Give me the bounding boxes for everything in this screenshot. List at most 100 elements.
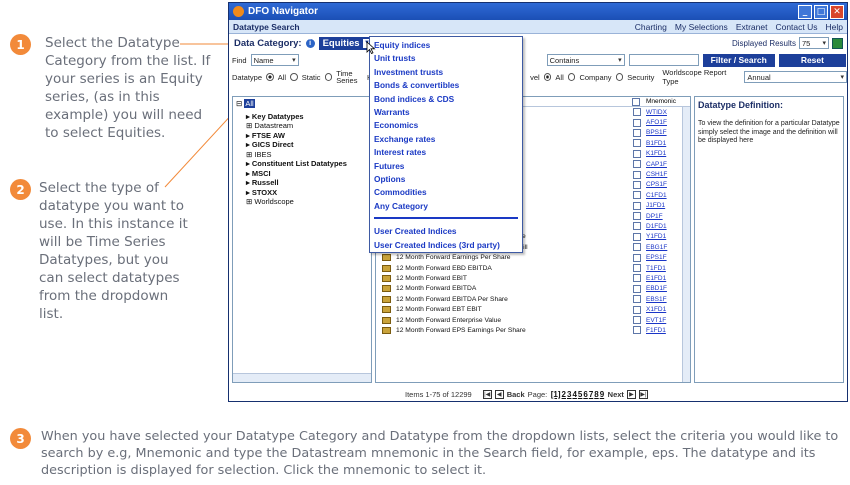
mnemonic-link[interactable]: EPS1F: [646, 254, 680, 261]
category-option[interactable]: Options: [374, 173, 518, 186]
definition-book-icon[interactable]: [382, 295, 391, 303]
tree-item-russell[interactable]: ▸ Russell: [236, 178, 368, 188]
category-option[interactable]: User Created Indices: [374, 225, 518, 238]
mnemonic-link[interactable]: F1FD1: [646, 327, 680, 334]
page-link[interactable]: 4: [572, 390, 576, 399]
match-type-select[interactable]: Contains: [546, 54, 625, 66]
mnemonic-link[interactable]: WTIDX: [646, 109, 680, 116]
list-item[interactable]: 12 Month Forward EPS Earnings Per Share F…: [376, 325, 690, 335]
mnemonic-link[interactable]: CAP1F: [646, 161, 680, 168]
page-link[interactable]: [1]: [551, 390, 561, 399]
mnemonic-link[interactable]: DP1F: [646, 213, 680, 220]
list-item[interactable]: 12 Month Forward EBD EBITDA T1FD1: [376, 263, 690, 273]
find-field-select[interactable]: Name: [250, 54, 299, 66]
definition-book-icon[interactable]: [382, 274, 391, 282]
report-type-select[interactable]: Annual: [744, 71, 847, 83]
category-option[interactable]: Bond indices & CDS: [374, 93, 518, 106]
level-radio-all[interactable]: [543, 73, 552, 81]
tree-item-constituent-list[interactable]: ▸ Constituent List Datatypes: [236, 159, 368, 169]
category-option[interactable]: Exchange rates: [374, 133, 518, 146]
row-checkbox[interactable]: [633, 118, 641, 127]
search-input[interactable]: [628, 54, 699, 66]
row-checkbox[interactable]: [633, 274, 641, 283]
page-link[interactable]: 5: [578, 390, 582, 399]
mnemonic-link[interactable]: CSH1F: [646, 171, 680, 178]
row-checkbox[interactable]: [633, 305, 641, 314]
mnemonic-link[interactable]: EBD1F: [646, 285, 680, 292]
page-link[interactable]: 9: [600, 390, 604, 399]
page-link[interactable]: 3: [567, 390, 571, 399]
page-link[interactable]: 6: [583, 390, 587, 399]
row-checkbox[interactable]: [633, 326, 641, 335]
mnemonic-link[interactable]: E1FD1: [646, 275, 680, 282]
next-icon[interactable]: ▶: [626, 390, 636, 399]
definition-book-icon[interactable]: [382, 306, 391, 314]
category-option[interactable]: Unit trusts: [374, 52, 518, 65]
row-checkbox[interactable]: [633, 284, 641, 293]
info-icon[interactable]: i: [305, 38, 315, 48]
list-item[interactable]: 12 Month Forward EBITDA Per Share EBS1F: [376, 294, 690, 304]
row-checkbox[interactable]: [633, 264, 641, 273]
last-page-icon[interactable]: ▶|: [638, 390, 648, 399]
definition-book-icon[interactable]: [382, 264, 391, 272]
row-checkbox[interactable]: [633, 243, 641, 252]
mnemonic-link[interactable]: B1FD1: [646, 140, 680, 147]
select-all-checkbox[interactable]: [632, 97, 640, 106]
list-item[interactable]: 12 Month Forward EBT EBIT X1FD1: [376, 304, 690, 314]
minimize-icon[interactable]: _: [798, 4, 812, 19]
mnemonic-link[interactable]: AFO1F: [646, 119, 680, 126]
tree-item-msci[interactable]: ▸ MSCI: [236, 169, 368, 179]
menu-link-contact-us[interactable]: Contact Us: [775, 22, 817, 32]
mnemonic-link[interactable]: EVT1F: [646, 317, 680, 324]
row-checkbox[interactable]: [633, 108, 641, 117]
row-checkbox[interactable]: [633, 160, 641, 169]
radio-static[interactable]: [290, 73, 298, 81]
radio-all[interactable]: [266, 73, 274, 81]
mnemonic-link[interactable]: BPS1F: [646, 129, 680, 136]
list-item[interactable]: 12 Month Forward Enterprise Value EVT1F: [376, 315, 690, 325]
row-checkbox[interactable]: [633, 232, 641, 241]
category-option[interactable]: Warrants: [374, 106, 518, 119]
row-checkbox[interactable]: [633, 201, 641, 210]
back-link[interactable]: Back: [507, 390, 525, 399]
tree-scrollbar[interactable]: [233, 373, 371, 382]
list-item[interactable]: 12 Month Forward EBITDA EBD1F: [376, 284, 690, 294]
mnemonic-link[interactable]: X1FD1: [646, 306, 680, 313]
row-checkbox[interactable]: [633, 180, 641, 189]
tree-item-key-datatypes[interactable]: ▸ Key Datatypes: [236, 112, 368, 122]
definition-book-icon[interactable]: [382, 316, 391, 324]
page-link[interactable]: 2: [562, 390, 566, 399]
export-icon[interactable]: [832, 37, 843, 49]
first-page-icon[interactable]: |◀: [482, 390, 492, 399]
reset-button[interactable]: Reset: [778, 53, 846, 67]
row-checkbox[interactable]: [633, 128, 641, 137]
row-checkbox[interactable]: [633, 253, 641, 262]
menu-link-extranet[interactable]: Extranet: [736, 22, 768, 32]
tree-item-worldscope[interactable]: ⊞ Worldscope: [236, 197, 368, 207]
row-checkbox[interactable]: [633, 170, 641, 179]
category-option[interactable]: Investment trusts: [374, 66, 518, 79]
category-option[interactable]: Equity indices: [374, 39, 518, 52]
results-scrollbar[interactable]: [682, 107, 690, 382]
category-option[interactable]: Any Category: [374, 200, 518, 213]
tree-item-stoxx[interactable]: ▸ STOXX: [236, 188, 368, 198]
mnemonic-link[interactable]: T1FD1: [646, 265, 680, 272]
row-checkbox[interactable]: [633, 139, 641, 148]
filter-search-button[interactable]: Filter / Search: [702, 53, 775, 67]
definition-book-icon[interactable]: [382, 285, 391, 293]
category-option[interactable]: Interest rates: [374, 146, 518, 159]
row-checkbox[interactable]: [633, 316, 641, 324]
maximize-icon[interactable]: □: [814, 4, 828, 19]
back-icon[interactable]: ◀: [494, 390, 504, 399]
list-item[interactable]: 12 Month Forward Earnings Per Share EPS1F: [376, 252, 690, 262]
row-checkbox[interactable]: [633, 191, 641, 200]
page-link[interactable]: 8: [594, 390, 598, 399]
category-option[interactable]: User Created Indices (3rd party): [374, 239, 518, 252]
next-link[interactable]: Next: [608, 390, 624, 399]
displayed-results-select[interactable]: 75: [799, 37, 829, 49]
mnemonic-link[interactable]: J1FD1: [646, 202, 680, 209]
tree-item-datastream[interactable]: ⊞ Datastream: [236, 121, 368, 131]
category-option[interactable]: Futures: [374, 160, 518, 173]
menu-link-charting[interactable]: Charting: [635, 22, 667, 32]
radio-time-series[interactable]: [324, 73, 333, 81]
